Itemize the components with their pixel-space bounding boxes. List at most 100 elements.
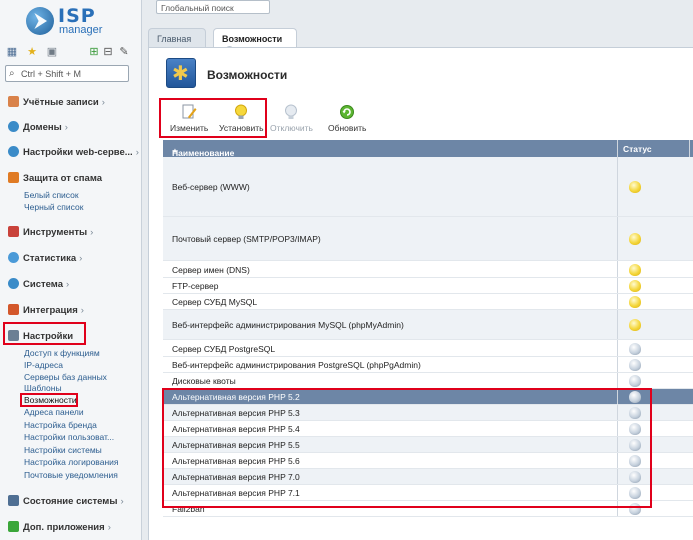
section-label: Доп. приложения [23, 522, 105, 533]
feature-name: Сервер СУБД MySQL [172, 297, 258, 307]
feature-name: Сервер СУБД PostgreSQL [172, 344, 276, 354]
table-row[interactable]: Сервер СУБД PostgreSQL [163, 340, 693, 357]
sidebar-section-tools[interactable]: Инструменты › [8, 226, 93, 238]
sidebar-item-system-settings[interactable]: Настройки системы [24, 445, 102, 455]
refresh-button[interactable]: Обновить [328, 104, 367, 133]
refresh-label: Обновить [328, 123, 367, 133]
table-row[interactable]: Сервер СУБД MySQL [163, 294, 693, 310]
status-off-bulb-icon [629, 375, 641, 387]
status-on-bulb-icon [629, 264, 641, 276]
highlight-php-rows [162, 388, 652, 508]
sidebar-section-domains[interactable]: Домены › [8, 121, 68, 133]
sidebar-item-ip-addresses[interactable]: IP-адреса [24, 360, 63, 370]
sidebar-toolbar: ▦ ★ ▣ ⊞ ⊟ ✎ [6, 46, 134, 60]
section-label: Система [23, 279, 63, 290]
table-row[interactable]: FTP-сервер [163, 278, 693, 294]
feature-name: Почтовый сервер (SMTP/POP3/IMAP) [172, 234, 321, 244]
sidebar-section-statistics[interactable]: Статистика › [8, 252, 82, 264]
sidebar-section-spam[interactable]: Защита от спама [8, 172, 102, 184]
sidebar-section-apps[interactable]: Доп. приложения › [8, 521, 111, 533]
sidebar-section-web-server[interactable]: Настройки web-серве... › [8, 146, 139, 158]
column-divider [617, 278, 618, 293]
favorites-star-icon[interactable]: ★ [26, 46, 38, 58]
section-label: Домены [23, 122, 62, 133]
page-title: Возможности [207, 68, 288, 82]
sidebar-item-logging[interactable]: Настройка логирования [24, 457, 118, 467]
collapse-all-icon[interactable]: ⊟ [102, 46, 114, 58]
logo-icon [26, 7, 54, 35]
chevron-right-icon: › [135, 147, 139, 158]
tab-home-label: Главная [157, 34, 192, 44]
chevron-right-icon: › [90, 227, 94, 238]
column-divider [617, 373, 618, 388]
status-on-bulb-icon [629, 181, 641, 193]
highlight-toolbar [159, 98, 267, 138]
sidebar-section-system[interactable]: Система › [8, 278, 69, 290]
feature-name: Веб-интерфейс администрирования PostgreS… [172, 360, 421, 370]
menu-search-input[interactable]: ⌕ Ctrl + Shift + M [5, 65, 129, 82]
table-row[interactable]: Веб-интерфейс администрирования MySQL (p… [163, 310, 693, 340]
column-divider [617, 310, 618, 339]
pin-icon[interactable]: ✎ [118, 46, 130, 58]
expand-all-icon[interactable]: ⊞ [88, 46, 100, 58]
search-icon: ⌕ [9, 68, 15, 79]
sidebar-item-mail-notifications[interactable]: Почтовые уведомления [24, 470, 118, 480]
system-icon [8, 278, 19, 289]
statistics-icon [8, 252, 19, 263]
status-on-bulb-icon [629, 233, 641, 245]
table-header: Наименование ▲ Статус [163, 140, 693, 158]
sidebar-item-panel-addresses[interactable]: Адреса панели [24, 407, 84, 417]
sort-ascending-icon: ▲ [172, 148, 178, 154]
lock-icon[interactable]: ▣ [46, 46, 58, 58]
tools-icon [8, 226, 19, 237]
tab-bar: Главная Возможности✕ [148, 28, 693, 55]
global-search-input[interactable]: Глобальный поиск [156, 0, 270, 14]
feature-name: FTP-сервер [172, 281, 219, 291]
table-row[interactable]: Сервер имен (DNS) [163, 261, 693, 278]
section-label: Состояние системы [23, 496, 118, 507]
tab-home[interactable]: Главная [148, 28, 206, 47]
disable-label: Отключить [270, 123, 313, 133]
sidebar-item-function-access[interactable]: Доступ к функциям [24, 348, 100, 358]
status-on-bulb-icon [629, 319, 641, 331]
isp-manager-logo[interactable]: ISP manager [26, 5, 138, 37]
sidebar-item-user-settings[interactable]: Настройки пользоват... [24, 432, 114, 442]
section-label: Интеграция [23, 305, 78, 316]
tab-features[interactable]: Возможности✕ [213, 28, 297, 55]
disable-button[interactable]: Отключить [270, 104, 313, 133]
feature-name: Веб-сервер (WWW) [172, 182, 250, 192]
section-label: Инструменты [23, 227, 88, 238]
section-label: Статистика [23, 253, 77, 264]
sidebar-item-blacklist[interactable]: Черный список [24, 202, 83, 212]
tab-features-label: Возможности [222, 34, 283, 44]
column-status-header[interactable]: Статус [623, 144, 652, 154]
sidebar-section-accounts[interactable]: Учётные записи › [8, 96, 105, 108]
table-row[interactable]: Дисковые квоты [163, 373, 693, 389]
column-divider [617, 340, 618, 356]
highlight-settings [3, 322, 86, 345]
section-label: Учётные записи [23, 97, 99, 108]
sidebar-section-integration[interactable]: Интеграция › [8, 304, 84, 316]
table-row[interactable]: Веб-сервер (WWW) [163, 157, 693, 217]
spam-shield-icon [8, 172, 19, 183]
add-apps-icon [8, 521, 19, 532]
section-label: Настройки web-серве... [23, 147, 133, 158]
feature-name: Сервер имен (DNS) [172, 265, 250, 275]
status-off-bulb-icon [629, 343, 641, 355]
feature-name: Веб-интерфейс администрирования MySQL (p… [172, 320, 404, 330]
section-label: Защита от спама [23, 173, 103, 184]
column-divider [617, 357, 618, 372]
chevron-right-icon: › [80, 305, 84, 316]
monitor-icon [8, 495, 19, 506]
sidebar-item-whitelist[interactable]: Белый список [24, 190, 79, 200]
status-on-bulb-icon [629, 296, 641, 308]
sidebar-item-templates[interactable]: Шаблоны [24, 383, 62, 393]
sidebar-item-db-servers[interactable]: Серверы баз данных [24, 372, 107, 382]
table-row[interactable]: Веб-интерфейс администрирования PostgreS… [163, 357, 693, 373]
sidebar-item-branding[interactable]: Настройка бренда [24, 420, 97, 430]
users-icon [8, 96, 19, 107]
sidebar: ISP manager ▦ ★ ▣ ⊞ ⊟ ✎ ⌕ Ctrl + Shift +… [0, 0, 142, 540]
menu-grid-icon[interactable]: ▦ [6, 46, 18, 58]
sidebar-section-system-status[interactable]: Состояние системы › [8, 495, 124, 507]
table-row[interactable]: Почтовый сервер (SMTP/POP3/IMAP) [163, 217, 693, 261]
